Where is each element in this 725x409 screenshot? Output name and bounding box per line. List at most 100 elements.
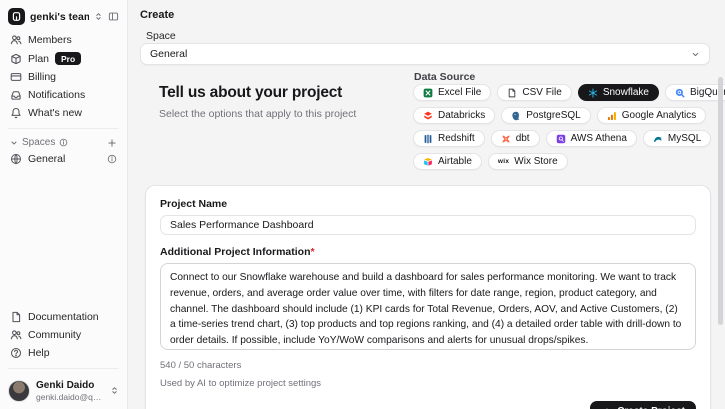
wix-icon: wix: [498, 158, 509, 165]
documentation-icon: [10, 311, 22, 323]
sidebar-divider: [8, 128, 119, 129]
space-select[interactable]: General: [140, 43, 710, 65]
help-icon: [10, 347, 22, 359]
sidebar-item-help[interactable]: Help: [6, 344, 121, 362]
chevron-updown-icon[interactable]: [94, 12, 103, 21]
chip-aws-athena[interactable]: AWS Athena: [546, 130, 637, 147]
app-window: genki's team Members Plan Pro: [0, 0, 725, 409]
chip-mysql[interactable]: MySQL: [643, 130, 711, 147]
aws-athena-icon: [556, 134, 566, 144]
sidebar: genki's team Members Plan Pro: [0, 0, 128, 409]
space-info-icon[interactable]: [107, 154, 117, 164]
chip-csv-file[interactable]: CSV File: [497, 84, 571, 101]
user-name: Genki Daido: [36, 380, 104, 393]
redshift-icon: [423, 134, 433, 144]
csv-file-icon: [507, 88, 517, 98]
sidebar-item-space-general[interactable]: General: [6, 150, 121, 168]
page-title: Create: [140, 9, 174, 21]
main-content: Create Space General Tell us about your …: [128, 0, 725, 409]
create-project-button[interactable]: Create Project: [590, 401, 696, 409]
chip-excel-file[interactable]: Excel File: [413, 84, 491, 101]
avatar: [8, 380, 30, 402]
chip-row: Airtable wix Wix Store: [413, 153, 718, 170]
snowflake-icon: [588, 88, 598, 98]
intro-title: Tell us about your project: [159, 84, 409, 102]
chip-google-analytics[interactable]: Google Analytics: [597, 107, 707, 124]
sidebar-item-notifications[interactable]: Notifications: [6, 86, 121, 104]
sidebar-item-label: Help: [28, 347, 50, 359]
space-item-label: General: [28, 153, 101, 165]
sidebar-item-whats-new[interactable]: What's new: [6, 104, 121, 122]
add-space-icon[interactable]: [107, 138, 117, 148]
sidebar-toggle-icon[interactable]: [108, 11, 119, 22]
chip-airtable[interactable]: Airtable: [413, 153, 482, 170]
team-switcher[interactable]: genki's team: [6, 7, 121, 31]
sidebar-item-label: Plan: [28, 53, 49, 65]
sidebar-item-label: Notifications: [28, 89, 85, 101]
required-marker: *: [311, 246, 315, 258]
additional-info-label: Additional Project Information*: [160, 246, 696, 258]
chip-wix-store[interactable]: wix Wix Store: [488, 153, 568, 170]
community-icon: [10, 329, 22, 341]
whats-new-icon: [10, 107, 22, 119]
postgresql-icon: [511, 111, 521, 121]
bigquery-icon: [675, 88, 685, 98]
sidebar-footer: Documentation Community Help Genki Daido: [6, 308, 121, 403]
sidebar-item-label: Community: [28, 329, 81, 341]
chevron-down-icon[interactable]: [10, 139, 18, 147]
sidebar-item-plan[interactable]: Plan Pro: [6, 49, 121, 68]
sidebar-item-label: Billing: [28, 71, 56, 83]
spaces-section-header[interactable]: Spaces: [6, 135, 121, 150]
project-name-input[interactable]: [160, 215, 696, 235]
chip-dbt[interactable]: dbt: [491, 130, 540, 147]
data-source-chips: Excel File CSV File Snowflake BigQuery: [413, 84, 718, 170]
chip-row: Excel File CSV File Snowflake BigQuery: [413, 84, 718, 101]
globe-icon: [10, 153, 22, 165]
sidebar-item-billing[interactable]: Billing: [6, 68, 121, 86]
project-form-card: Project Name Additional Project Informat…: [145, 185, 711, 409]
user-meta: Genki Daido genki.daido@queue-inc...: [36, 380, 104, 403]
billing-icon: [10, 71, 22, 83]
ai-helper-text: Used by AI to optimize project settings: [160, 378, 696, 389]
space-select-value: General: [150, 48, 691, 60]
chip-redshift[interactable]: Redshift: [413, 130, 485, 147]
chip-snowflake[interactable]: Snowflake: [578, 84, 659, 101]
chip-row: Redshift dbt AWS Athena MySQL: [413, 130, 718, 147]
sidebar-divider: [8, 368, 119, 369]
google-analytics-icon: [607, 111, 617, 121]
dbt-icon: [501, 134, 511, 144]
vertical-scrollbar[interactable]: [718, 77, 723, 325]
databricks-icon: [423, 111, 433, 121]
sidebar-item-documentation[interactable]: Documentation: [6, 308, 121, 326]
airtable-icon: [423, 157, 433, 167]
chip-bigquery[interactable]: BigQuery: [665, 84, 725, 101]
chip-row: Databricks PostgreSQL Google Analytics: [413, 107, 718, 124]
plan-icon: [10, 53, 22, 65]
spaces-section-label: Spaces: [22, 137, 55, 148]
excel-icon: [423, 88, 433, 98]
user-email: genki.daido@queue-inc...: [36, 392, 102, 402]
chip-databricks[interactable]: Databricks: [413, 107, 495, 124]
chevron-down-icon: [691, 50, 700, 59]
members-icon: [10, 34, 22, 46]
intro-subtitle: Select the options that apply to this pr…: [159, 108, 409, 120]
notifications-icon: [10, 89, 22, 101]
user-menu[interactable]: Genki Daido genki.daido@queue-inc...: [6, 375, 121, 403]
chip-postgresql[interactable]: PostgreSQL: [501, 107, 590, 124]
space-select-label: Space: [146, 30, 176, 42]
sidebar-item-label: Documentation: [28, 311, 99, 323]
sidebar-item-community[interactable]: Community: [6, 326, 121, 344]
form-actions: Create Project: [160, 401, 696, 409]
project-name-label: Project Name: [160, 198, 696, 210]
sidebar-item-members[interactable]: Members: [6, 31, 121, 49]
mysql-icon: [653, 134, 663, 144]
additional-info-textarea[interactable]: Connect to our Snowflake warehouse and b…: [160, 263, 696, 350]
char-counter: 540 / 50 characters: [160, 360, 696, 371]
sidebar-item-label: What's new: [28, 107, 82, 119]
team-name: genki's team: [30, 11, 89, 23]
chevron-updown-icon: [110, 386, 119, 395]
intro-section: Tell us about your project Select the op…: [159, 84, 409, 120]
team-logo-icon: [8, 8, 25, 25]
data-source-label: Data Source: [414, 71, 475, 83]
pro-badge: Pro: [55, 52, 81, 65]
